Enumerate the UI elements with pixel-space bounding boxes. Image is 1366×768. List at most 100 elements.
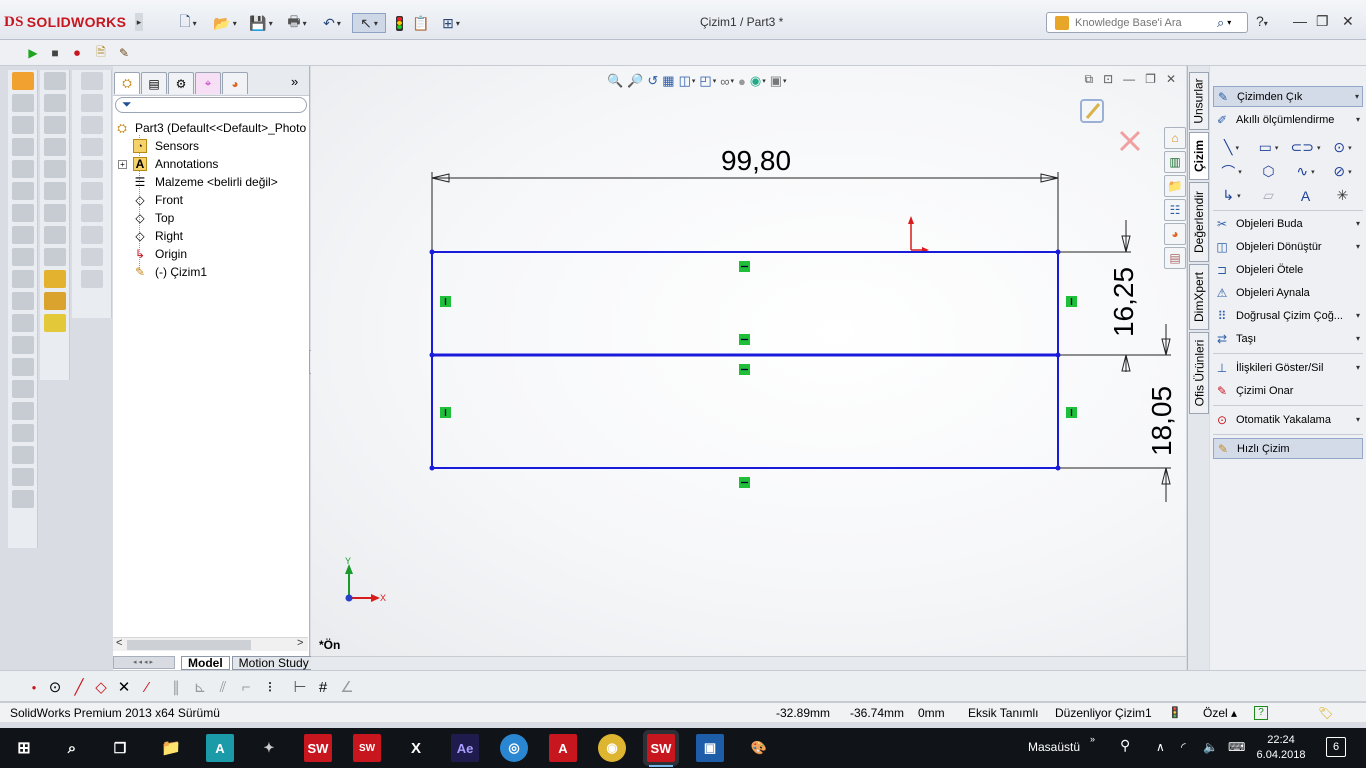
search-taskbar-icon[interactable]: ⌕ — [58, 734, 86, 762]
plane-tool-icon[interactable]: ▱ — [1250, 185, 1287, 206]
ellipse-tool-icon[interactable]: ⊘ ▾ — [1324, 161, 1361, 182]
copy-strip-icon[interactable] — [80, 226, 103, 244]
select-button[interactable]: ↖ ▾ — [352, 13, 386, 33]
chamfer-icon[interactable] — [11, 248, 34, 266]
scale-strip-icon[interactable] — [80, 204, 103, 222]
task-view-icon[interactable]: ❐ — [106, 734, 134, 762]
people-icon[interactable]: ⚲ — [1120, 737, 1130, 754]
spline-icon[interactable] — [43, 204, 66, 222]
instant3d-icon[interactable] — [11, 402, 34, 420]
tab-navigation[interactable]: ◂◂◂▸ — [113, 656, 175, 669]
tree-filter-field[interactable]: ⏷ — [115, 97, 307, 113]
help-status-icon[interactable]: ? — [1254, 706, 1268, 720]
arc-tool-icon[interactable]: ⌒ ▾ — [1213, 161, 1250, 182]
quick-snaps-button[interactable]: ⊙ Otomatik Yakalama ▾ — [1213, 409, 1363, 430]
convert-entities-button[interactable]: ◫ Objeleri Dönüştür ▾ — [1213, 236, 1363, 257]
construction-line-icon[interactable]: ⁄ — [137, 678, 157, 696]
linear-pattern-button[interactable]: ⠿ Doğrusal Çizim Çoğ... ▾ — [1213, 305, 1363, 326]
new-document-button[interactable]: 🗋 ▾ — [172, 13, 204, 33]
stop-macro-icon[interactable]: ■ — [46, 44, 64, 62]
draft-icon[interactable] — [11, 292, 34, 310]
file-properties-button[interactable]: 📋 — [412, 13, 430, 33]
edit-sketch-icon[interactable] — [43, 270, 66, 288]
smart-dim-strip-icon[interactable] — [80, 72, 103, 90]
select-points-icon[interactable]: ⁝ — [260, 678, 280, 696]
point-tool-icon[interactable]: ✳ — [1324, 185, 1361, 206]
vertical-relation-icons[interactable] — [440, 296, 1077, 418]
app-icon-1[interactable]: A — [206, 734, 234, 762]
solidworks-logo[interactable]: DS SOLIDWORKS — [4, 11, 134, 33]
upper-height-dimension-text[interactable]: 16,25 — [1108, 267, 1139, 337]
browser-taskbar-icon[interactable]: ◎ — [500, 734, 528, 762]
loft-icon[interactable] — [11, 138, 34, 156]
reference-geometry-icon[interactable] — [11, 380, 34, 398]
volume-icon[interactable]: 🔈 — [1203, 740, 1218, 754]
offset-strip-icon[interactable] — [80, 138, 103, 156]
tree-item-material[interactable]: ☰ Malzeme <belirli değil> — [113, 173, 308, 191]
sketch-plane-icon[interactable] — [43, 72, 66, 90]
tab-configuration-manager[interactable]: ⚙ — [168, 72, 194, 94]
after-effects-taskbar-icon[interactable]: Ae — [451, 734, 479, 762]
tree-item-right-plane[interactable]: ◇ Right — [113, 227, 308, 245]
notification-center-icon[interactable]: 6 — [1326, 737, 1346, 757]
solidworks-active-taskbar-icon[interactable]: SW — [647, 734, 675, 767]
width-dimension-text[interactable]: 99,80 — [721, 145, 791, 176]
shell-icon[interactable] — [11, 270, 34, 288]
text-tool-icon[interactable]: A — [1287, 185, 1324, 206]
trim-strip-icon[interactable] — [80, 94, 103, 112]
arc-icon[interactable] — [43, 182, 66, 200]
polygon-tool-icon[interactable]: ⬡ — [1250, 161, 1287, 182]
paint-taskbar-icon[interactable]: 🎨 — [745, 734, 773, 762]
tree-item-sensors[interactable]: ◔ Sensors — [113, 137, 308, 155]
repair-sketch-button[interactable]: ✎ Çizimi Onar — [1213, 380, 1363, 401]
perpendicular-icon[interactable]: ⊾ — [190, 678, 210, 696]
rib-icon[interactable] — [11, 182, 34, 200]
desktop-toolbar-label[interactable]: Masaüstü — [1028, 740, 1080, 754]
menu-expand-arrow[interactable]: ▸ — [135, 13, 143, 31]
fillet-tool-icon[interactable]: ↳ ▾ — [1213, 185, 1250, 206]
line-icon[interactable] — [43, 116, 66, 134]
autocad-taskbar-icon[interactable]: A — [549, 734, 577, 762]
slot-icon[interactable] — [43, 248, 66, 266]
save-button[interactable]: 💾 ▾ — [245, 13, 277, 33]
tree-item-front-plane[interactable]: ◇ Front — [113, 191, 308, 209]
spline-tool-icon[interactable]: ∿ ▾ — [1287, 161, 1324, 182]
system-clock[interactable]: 22:24 6.04.2018 — [1248, 733, 1314, 763]
polygon-icon[interactable] — [43, 226, 66, 244]
options-button[interactable]: ⊞ ▾ — [435, 13, 467, 33]
sketch-points[interactable] — [429, 249, 1061, 471]
tree-item-top-plane[interactable]: ◇ Top — [113, 209, 308, 227]
tree-item-origin[interactable]: ↳ Origin — [113, 245, 308, 263]
view-palette-icon[interactable]: ☷ — [1164, 199, 1186, 221]
open-button[interactable]: 📂 ▾ — [208, 13, 242, 33]
trim-entities-button[interactable]: ✂ Objeleri Buda ▾ — [1213, 213, 1363, 234]
circle-center-icon[interactable]: ⊙ — [45, 678, 65, 696]
tree-item-annotations[interactable]: + A Annotations — [113, 155, 308, 173]
sketch-rectangles[interactable] — [431, 251, 1059, 469]
chevron-down-icon[interactable]: ▾ — [1227, 18, 1231, 27]
custom-properties-icon[interactable]: ▤ — [1164, 247, 1186, 269]
tree-item-sketch[interactable]: ✎ (-) Çizim1 — [113, 263, 308, 281]
language-icon[interactable]: ⌨ — [1228, 740, 1245, 754]
close-button[interactable]: ✕ — [1342, 13, 1354, 30]
scroll-thumb[interactable] — [127, 640, 251, 650]
stretch-strip-icon[interactable] — [80, 248, 103, 266]
knowledge-base-search[interactable]: ⌕ ▾ — [1046, 12, 1248, 33]
move-entities-button[interactable]: ⇄ Taşı ▾ — [1213, 328, 1363, 349]
rectangle-icon[interactable] — [43, 138, 66, 156]
more-tabs-icon[interactable]: » — [291, 74, 298, 89]
rectangle-tool-icon[interactable]: ▭ ▾ — [1250, 137, 1287, 158]
grid-icon[interactable]: # — [313, 678, 333, 696]
xforce-taskbar-icon[interactable]: X — [402, 734, 430, 762]
tab-office-products[interactable]: Ofis Ürünleri — [1189, 332, 1209, 414]
confirmation-corner[interactable] — [1080, 99, 1141, 152]
file-explorer-icon[interactable]: 📁 — [1164, 175, 1186, 197]
rotate-strip-icon[interactable] — [80, 182, 103, 200]
edit-macro-icon[interactable]: ✎ — [115, 44, 133, 62]
boundary-icon[interactable] — [11, 160, 34, 178]
pattern-strip-icon[interactable] — [80, 270, 103, 288]
app-icon-2[interactable]: ✦ — [255, 734, 283, 762]
help-icon[interactable]: ?▾ — [1256, 13, 1268, 29]
design-library-icon[interactable]: ▥ — [1164, 151, 1186, 173]
parallel-icon[interactable]: ∥ — [166, 678, 186, 696]
